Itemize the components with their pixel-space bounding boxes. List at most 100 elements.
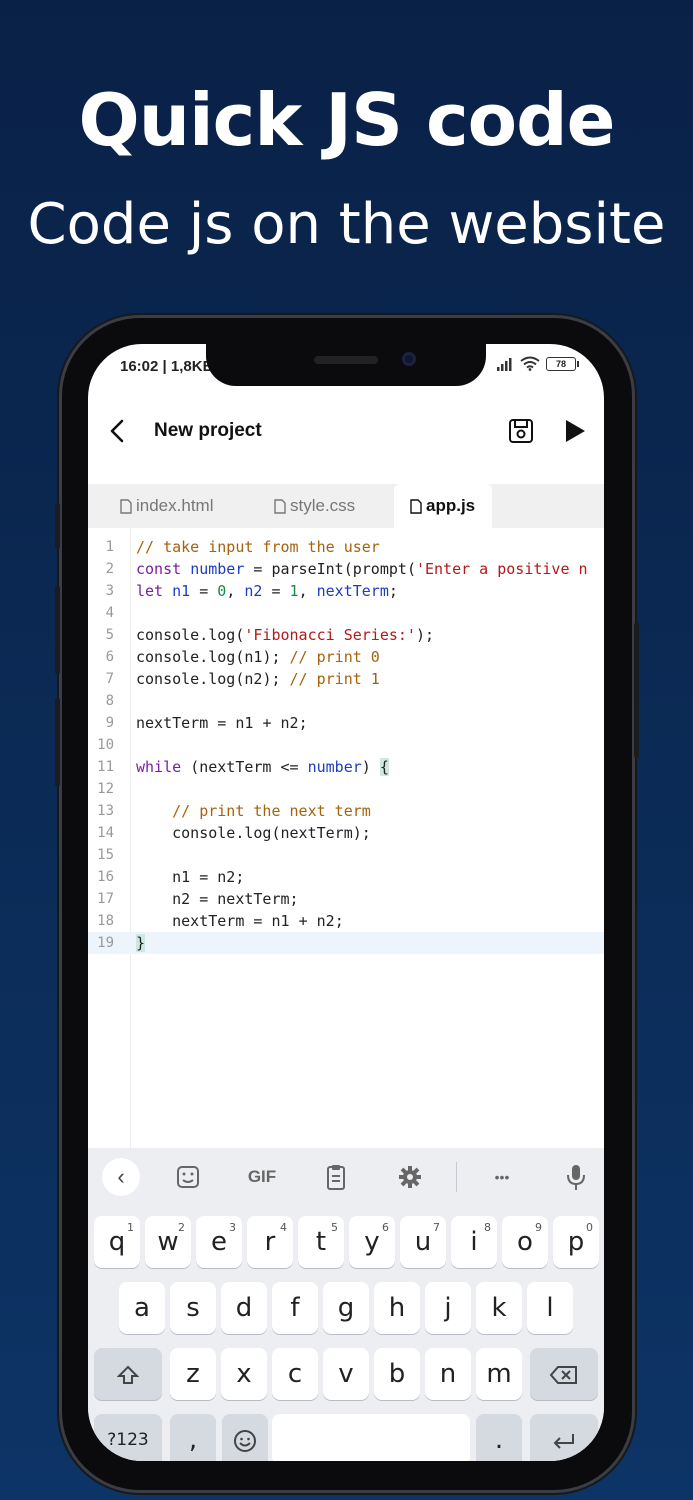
code-line[interactable]: 13 // print the next term: [88, 800, 604, 822]
comma-key[interactable]: ,: [170, 1414, 216, 1461]
key-y[interactable]: y6: [349, 1216, 395, 1268]
code-text: console.log(n2); // print 1: [136, 670, 380, 688]
toolbar-divider: [456, 1162, 457, 1192]
code-editor[interactable]: 1 // take input from the user 2 const numbe…: [88, 528, 604, 1148]
code-line[interactable]: 2 const number = parseInt(prompt('Enter a…: [88, 558, 604, 580]
period-key[interactable]: .: [476, 1414, 522, 1461]
code-line[interactable]: 6 console.log(n1); // print 0: [88, 646, 604, 668]
code-line[interactable]: 14 console.log(nextTerm);: [88, 822, 604, 844]
key-a[interactable]: a: [119, 1282, 165, 1334]
key-o[interactable]: o9: [502, 1216, 548, 1268]
code-line[interactable]: 17 n2 = nextTerm;: [88, 888, 604, 910]
key-d[interactable]: d: [221, 1282, 267, 1334]
code-line[interactable]: 3 let n1 = 0, n2 = 1, nextTerm;: [88, 580, 604, 602]
mic-icon[interactable]: [560, 1162, 592, 1192]
line-number: 4: [105, 605, 114, 621]
key-z[interactable]: z: [170, 1348, 216, 1400]
key-v[interactable]: v: [323, 1348, 369, 1400]
code-line[interactable]: 18 nextTerm = n1 + n2;: [88, 910, 604, 932]
code-line[interactable]: 19}: [88, 932, 604, 954]
key-r[interactable]: r4: [247, 1216, 293, 1268]
key-hint: 6: [382, 1221, 389, 1234]
code-line[interactable]: 11 while (nextTerm <= number) {: [88, 756, 604, 778]
space-key[interactable]: [272, 1414, 470, 1461]
key-s[interactable]: s: [170, 1282, 216, 1334]
code-text: // take input from the user: [136, 538, 380, 556]
code-line[interactable]: 5 console.log('Fibonacci Series:');: [88, 624, 604, 646]
key-m[interactable]: m: [476, 1348, 522, 1400]
code-line[interactable]: 15: [88, 844, 604, 866]
speaker: [314, 356, 378, 364]
key-label: u: [414, 1227, 432, 1257]
code-line[interactable]: 9 nextTerm = n1 + n2;: [88, 712, 604, 734]
tab-index-html[interactable]: index.html: [120, 484, 213, 528]
key-g[interactable]: g: [323, 1282, 369, 1334]
clipboard-icon[interactable]: [320, 1162, 352, 1192]
tab-app-js[interactable]: app.js: [394, 484, 492, 528]
more-icon[interactable]: •••: [486, 1162, 518, 1192]
key-hint: 2: [178, 1221, 185, 1234]
key-p[interactable]: p0: [553, 1216, 599, 1268]
backspace-icon: [549, 1365, 577, 1384]
keyboard-back-icon[interactable]: ‹: [102, 1158, 140, 1196]
code-line[interactable]: 10: [88, 734, 604, 756]
phone-frame: 16:02 | 1,8KB 78 New project index.html …: [55, 318, 639, 1490]
key-label: p: [567, 1227, 585, 1257]
sticker-icon[interactable]: [172, 1162, 204, 1192]
key-h[interactable]: h: [374, 1282, 420, 1334]
key-label: ,: [188, 1425, 198, 1455]
key-label: z: [186, 1359, 200, 1389]
code-text: n1 = n2;: [172, 868, 245, 886]
code-line[interactable]: 12: [88, 778, 604, 800]
back-arrow-icon[interactable]: [108, 418, 128, 444]
key-e[interactable]: e3: [196, 1216, 242, 1268]
key-hint: 1: [127, 1221, 134, 1234]
code-text: console.log(n1); // print 0: [136, 648, 380, 666]
key-u[interactable]: u7: [400, 1216, 446, 1268]
key-label: j: [444, 1293, 452, 1323]
code-line[interactable]: 16 n1 = n2;: [88, 866, 604, 888]
code-line[interactable]: 4: [88, 602, 604, 624]
key-w[interactable]: w2: [145, 1216, 191, 1268]
key-label: n: [439, 1359, 457, 1389]
key-b[interactable]: b: [374, 1348, 420, 1400]
key-hint: 0: [586, 1221, 593, 1234]
gear-icon[interactable]: [394, 1162, 426, 1192]
key-hint: 8: [484, 1221, 491, 1234]
save-icon[interactable]: [508, 418, 534, 444]
code-line[interactable]: 8: [88, 690, 604, 712]
emoji-key[interactable]: [222, 1414, 268, 1461]
code-line[interactable]: 1 // take input from the user: [88, 536, 604, 558]
key-n[interactable]: n: [425, 1348, 471, 1400]
key-f[interactable]: f: [272, 1282, 318, 1334]
key-c[interactable]: c: [272, 1348, 318, 1400]
symbols-key[interactable]: ?123: [94, 1414, 162, 1461]
code-text: console.log(nextTerm);: [172, 824, 371, 842]
line-number: 3: [105, 583, 114, 599]
key-t[interactable]: t5: [298, 1216, 344, 1268]
code-line[interactable]: 7 console.log(n2); // print 1: [88, 668, 604, 690]
phone-screen: 16:02 | 1,8KB 78 New project index.html …: [88, 344, 604, 1461]
key-label: i: [470, 1227, 478, 1257]
line-number: 10: [97, 737, 114, 753]
shift-key[interactable]: [94, 1348, 162, 1400]
side-button: [55, 503, 60, 549]
code-text: // print the next term: [172, 802, 371, 820]
gif-button[interactable]: GIF: [242, 1162, 282, 1192]
key-label: v: [338, 1359, 354, 1389]
volume-down-button: [55, 698, 60, 786]
key-q[interactable]: q1: [94, 1216, 140, 1268]
key-label: ?123: [107, 1430, 149, 1450]
key-k[interactable]: k: [476, 1282, 522, 1334]
backspace-key[interactable]: [530, 1348, 598, 1400]
key-i[interactable]: i8: [451, 1216, 497, 1268]
key-l[interactable]: l: [527, 1282, 573, 1334]
tab-style-css[interactable]: style.css: [274, 484, 355, 528]
key-j[interactable]: j: [425, 1282, 471, 1334]
enter-key[interactable]: [530, 1414, 598, 1461]
tab-label: app.js: [426, 496, 476, 515]
run-icon[interactable]: [563, 418, 587, 444]
line-number: 7: [105, 671, 114, 687]
key-x[interactable]: x: [221, 1348, 267, 1400]
key-label: .: [494, 1425, 504, 1455]
